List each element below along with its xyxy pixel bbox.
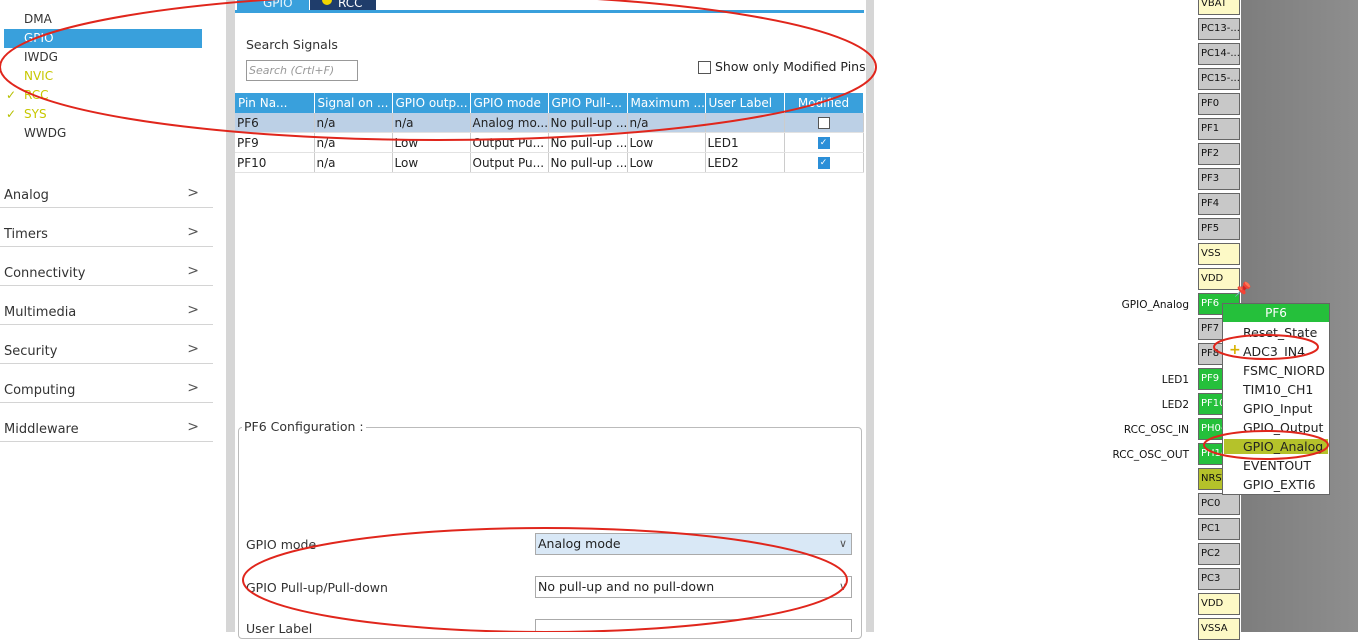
annotation-overlay: [0, 0, 1329, 632]
annotation-ellipse: [1213, 334, 1319, 360]
annotation-ellipse: [0, 0, 877, 141]
annotation-ellipse: [1203, 430, 1329, 460]
annotation-ellipse: [242, 527, 848, 632]
